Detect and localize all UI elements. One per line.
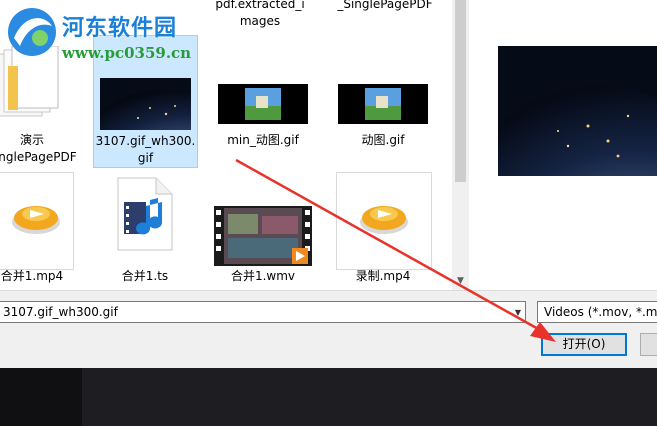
file-item-min-gif[interactable]: min_动图.gif bbox=[210, 40, 316, 168]
file-label: 录制.mp4 bbox=[355, 269, 411, 283]
file-label: _SinglePagePDF bbox=[337, 0, 433, 11]
file-label: 动图.gif bbox=[361, 133, 405, 147]
file-item-merge1-ts[interactable]: 合并1.ts bbox=[92, 172, 198, 290]
dialog-footer: 3107.gif_wh300.gif ▼ Videos (*.mov, *.mp… bbox=[0, 290, 657, 369]
watermark-url: www.pc0359.cn bbox=[62, 44, 192, 62]
media-player-icon bbox=[12, 206, 60, 234]
preview-image bbox=[498, 46, 657, 176]
file-label: pdf.extracted_i bbox=[215, 0, 305, 11]
file-label: 合并1.ts bbox=[121, 269, 169, 283]
film-strip-thumbnail bbox=[214, 206, 312, 266]
file-type-select[interactable]: Videos (*.mov, *.mp bbox=[537, 301, 657, 323]
file-item-dongtu-gif[interactable]: 动图.gif bbox=[330, 40, 436, 168]
taskbar-left-region bbox=[0, 368, 82, 426]
file-label: 合并1.wmv bbox=[230, 269, 296, 283]
file-label: 演示 bbox=[19, 133, 44, 147]
cancel-button[interactable] bbox=[640, 333, 657, 356]
scrollbar-thumb[interactable] bbox=[455, 0, 466, 182]
file-type-value: Videos (*.mov, *.mp bbox=[544, 305, 657, 319]
scroll-down-arrow-icon[interactable]: ▼ bbox=[452, 273, 469, 290]
file-item-pdf-extracted-images[interactable]: pdf.extracted_i mages bbox=[205, 0, 315, 36]
landscape-video-thumbnail bbox=[338, 84, 428, 124]
file-label: min_动图.gif bbox=[227, 133, 299, 147]
landscape-video-thumbnail bbox=[218, 84, 308, 124]
filename-input[interactable]: 3107.gif_wh300.gif ▼ bbox=[0, 301, 526, 323]
vertical-scrollbar[interactable]: ▼ bbox=[452, 0, 469, 290]
file-label: 合并1.mp4 bbox=[0, 269, 64, 283]
open-button[interactable]: 打开(O) bbox=[541, 333, 627, 356]
file-item-merge1-wmv[interactable]: 合并1.wmv bbox=[210, 172, 316, 290]
media-player-icon bbox=[360, 206, 408, 234]
filename-value: 3107.gif_wh300.gif bbox=[3, 305, 118, 319]
file-label: mages bbox=[239, 14, 281, 28]
chevron-down-icon[interactable]: ▼ bbox=[511, 306, 525, 320]
watermark-logo-icon bbox=[8, 8, 56, 56]
watermark-title: 河东软件园 bbox=[62, 15, 178, 41]
file-item-merge1-mp4[interactable]: 合并1.mp4 bbox=[0, 172, 74, 290]
video-file-icon bbox=[117, 177, 173, 251]
taskbar bbox=[0, 368, 657, 426]
file-item-record-mp4[interactable]: 录制.mp4 bbox=[330, 172, 436, 290]
preview-pane bbox=[469, 0, 657, 290]
file-label: SinglePagePDF bbox=[0, 150, 77, 164]
site-watermark: 河东软件园 www.pc0359.cn bbox=[4, 4, 204, 68]
file-label: gif bbox=[137, 151, 154, 165]
earth-night-thumbnail bbox=[100, 78, 191, 130]
file-item-singlepagepdf-top[interactable]: _SinglePagePDF bbox=[330, 0, 440, 18]
file-label: 3107.gif_wh300. bbox=[95, 134, 196, 148]
